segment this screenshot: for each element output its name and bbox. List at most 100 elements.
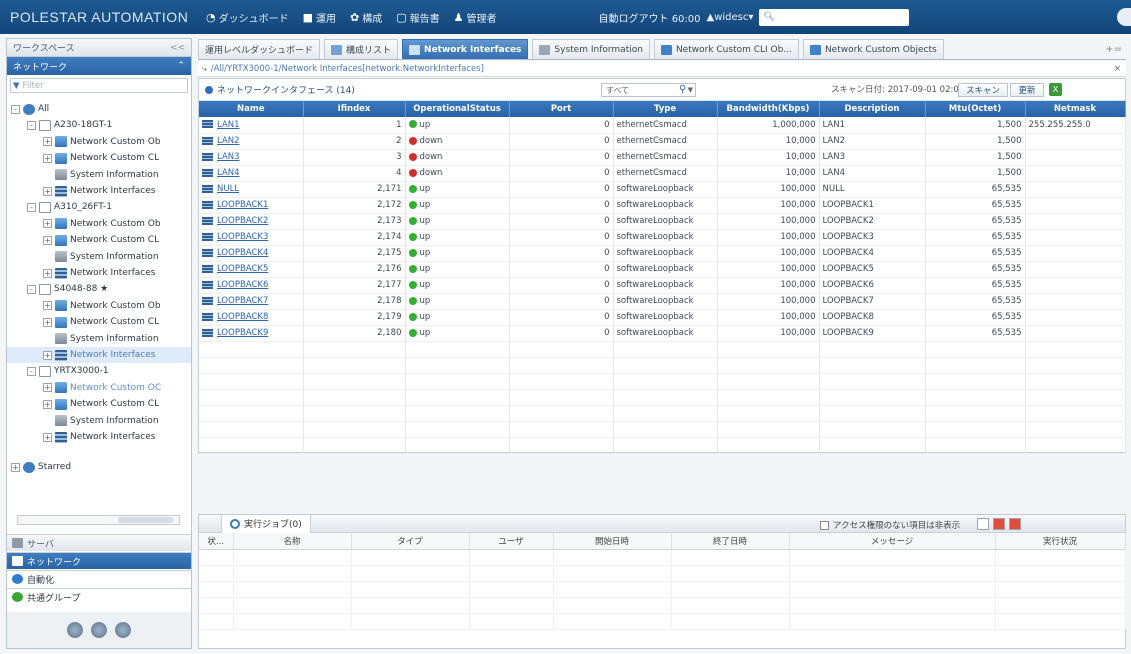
column-header[interactable]: Type [613, 101, 718, 117]
cell-name[interactable]: LOOPBACK7 [199, 293, 304, 310]
tree-expander[interactable]: + [11, 462, 20, 472]
cell-name[interactable]: LOOPBACK5 [199, 261, 304, 278]
tree-expander[interactable]: + [43, 432, 52, 442]
tree-expander[interactable]: + [43, 235, 52, 245]
job-column-header[interactable]: ユーザ [469, 533, 554, 550]
interface-link[interactable]: LOOPBACK8 [217, 312, 268, 322]
interface-link[interactable]: LOOPBACK7 [217, 296, 268, 306]
tree-item[interactable]: - YRTX3000-1 [27, 363, 109, 379]
tree-item[interactable]: + Network Custom Ob [43, 216, 161, 232]
tree-expander[interactable]: + [43, 301, 52, 311]
tree-item[interactable]: - A310_26FT-1 [27, 199, 112, 215]
tree-item[interactable]: System Information [43, 249, 159, 265]
scan-button[interactable]: スキャン [958, 83, 1008, 97]
table-row[interactable]: LOOPBACK3 2,174 up 0 softwareLoopback 100,000… [199, 229, 1126, 246]
job-delete-icon[interactable] [993, 518, 1005, 530]
interface-link[interactable]: LOOPBACK2 [217, 216, 268, 226]
table-row[interactable]: LOOPBACK9 2,180 up 0 softwareLoopback 100,000… [199, 325, 1126, 342]
tree-item[interactable]: + Network Interfaces [43, 265, 155, 281]
tab-custom-cli[interactable]: Network Custom CLI Ob... [653, 39, 799, 59]
cell-name[interactable]: LOOPBACK1 [199, 197, 304, 214]
nav-config[interactable]: ✿ 構成 [350, 10, 382, 25]
tab-menu-button[interactable]: += [1101, 44, 1126, 59]
refresh-icon[interactable] [115, 622, 131, 638]
job-column-header[interactable]: 開始日時 [553, 533, 672, 550]
cell-name[interactable]: LAN4 [199, 165, 304, 182]
excel-export-icon[interactable]: X [1049, 83, 1062, 96]
hide-unauthorized-toggle[interactable]: アクセス権限のない項目は非表示 [820, 519, 960, 531]
column-header[interactable]: OperationalStatus [405, 101, 510, 117]
cell-name[interactable]: LOOPBACK8 [199, 309, 304, 326]
table-row[interactable]: NULL 2,171 up 0 softwareLoopback 100,000 NULL 6… [199, 181, 1126, 198]
tree-item[interactable]: + Network Interfaces [7, 347, 191, 363]
cell-name[interactable]: LOOPBACK6 [199, 277, 304, 294]
job-column-header[interactable]: タイプ [351, 533, 470, 550]
table-row[interactable]: LOOPBACK8 2,179 up 0 softwareLoopback 100,000… [199, 309, 1126, 326]
global-search-input[interactable]: 🔍︎ [759, 8, 910, 26]
tab-custom-objects[interactable]: Network Custom Objects [802, 39, 944, 59]
scrollbar-thumb[interactable] [118, 517, 173, 523]
interface-link[interactable]: LAN4 [217, 168, 240, 178]
nav-dashboard[interactable]: ◔ ダッシュボード [206, 10, 289, 25]
cell-name[interactable]: NULL [199, 181, 304, 198]
tree-expander[interactable]: - [27, 284, 36, 294]
interface-link[interactable]: LAN1 [217, 120, 240, 130]
column-header[interactable]: Bandwidth(Kbps) [717, 101, 820, 117]
job-column-header[interactable]: メッセージ [789, 533, 996, 550]
tree-item[interactable]: + Network Custom CL [43, 314, 159, 330]
accordion-server[interactable]: サーバ [7, 534, 191, 551]
tree-item[interactable]: System Information [43, 413, 159, 429]
nav-operation[interactable]: ■ 運用 [303, 10, 336, 25]
tree-item[interactable]: + Network Custom CL [43, 396, 159, 412]
table-row[interactable]: LOOPBACK7 2,178 up 0 softwareLoopback 100,000… [199, 293, 1126, 310]
job-document-icon[interactable] [977, 518, 989, 530]
tab-running-jobs[interactable]: 実行ジョブ(0) [221, 514, 311, 533]
nav-report[interactable]: ▢ 報告書 [396, 10, 439, 25]
tree-item[interactable]: + Network Interfaces [43, 183, 155, 199]
tree-item[interactable]: + Network Interfaces [43, 429, 155, 445]
tree-expander[interactable]: + [43, 137, 52, 147]
column-header[interactable]: Netmask [1025, 101, 1126, 117]
network-accordion[interactable]: ネットワーク ⌃ [7, 57, 191, 75]
tree-expander[interactable]: - [27, 120, 36, 130]
tree-horizontal-scrollbar[interactable] [17, 515, 180, 525]
table-row[interactable]: LOOPBACK5 2,176 up 0 softwareLoopback 100,000… [199, 261, 1126, 278]
cell-name[interactable]: LOOPBACK2 [199, 213, 304, 230]
column-header[interactable]: Port [509, 101, 614, 117]
column-header[interactable]: Description [819, 101, 926, 117]
collapse-panel-button[interactable]: << [170, 43, 185, 53]
tree-item[interactable]: - S4048-88 ★ [27, 281, 108, 297]
tree-expander[interactable]: + [43, 186, 52, 196]
table-row[interactable]: LOOPBACK6 2,177 up 0 softwareLoopback 100,000… [199, 277, 1126, 294]
table-row[interactable]: LAN2 2 down 0 ethernetCsmacd 10,000 LAN2 1,500 [199, 133, 1126, 150]
job-cancel-icon[interactable] [1009, 518, 1021, 530]
tree-expander[interactable]: + [43, 268, 52, 278]
tree-expander[interactable]: - [11, 104, 20, 114]
interface-link[interactable]: LOOPBACK4 [217, 248, 268, 258]
tab-network-interfaces[interactable]: Network Interfaces [402, 39, 529, 59]
table-row[interactable]: LAN4 4 down 0 ethernetCsmacd 10,000 LAN4 1,500 [199, 165, 1126, 182]
tab-config-list[interactable]: 構成リスト [324, 39, 399, 59]
tab-system-information[interactable]: System Information [532, 39, 650, 59]
hide-unauthorized-checkbox[interactable] [820, 520, 829, 530]
cell-name[interactable]: LOOPBACK3 [199, 229, 304, 246]
tree-item[interactable]: + Network Custom OC [43, 380, 161, 396]
job-column-header[interactable]: 状... [199, 533, 234, 550]
search-icon[interactable]: ⚲ [679, 84, 686, 95]
tree-item[interactable]: - All [11, 101, 49, 117]
accordion-common-group[interactable]: 共通グループ [7, 588, 191, 605]
tree-item[interactable]: + Network Custom Ob [43, 134, 161, 150]
cell-name[interactable]: LAN1 [199, 117, 304, 134]
cell-name[interactable]: LAN3 [199, 149, 304, 166]
interface-link[interactable]: LOOPBACK6 [217, 280, 268, 290]
interface-link[interactable]: LAN3 [217, 152, 240, 162]
help-button[interactable] [1117, 8, 1131, 26]
table-row[interactable]: LAN3 3 down 0 ethernetCsmacd 10,000 LAN3 1,500 [199, 149, 1126, 166]
column-header[interactable]: Mtu(Octet) [925, 101, 1026, 117]
column-header[interactable]: Ifindex [303, 101, 406, 117]
interface-link[interactable]: LOOPBACK1 [217, 200, 268, 210]
table-row[interactable]: LOOPBACK1 2,172 up 0 softwareLoopback 100,000… [199, 197, 1126, 214]
column-header[interactable]: Name [199, 101, 304, 117]
table-row[interactable]: LAN1 1 up 0 ethernetCsmacd 1,000,000 LAN1 1,500… [199, 117, 1126, 134]
interface-link[interactable]: LOOPBACK5 [217, 264, 268, 274]
